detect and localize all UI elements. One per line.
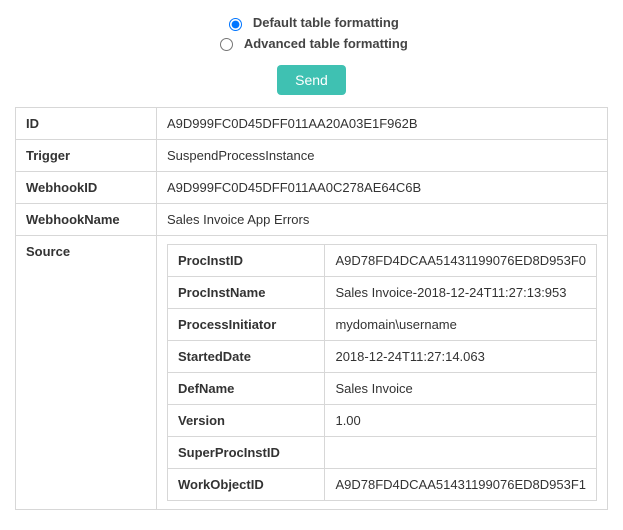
source-cell: ProcInstIDA9D78FD4DCAA51431199076ED8D953… (157, 236, 608, 510)
row-value (325, 437, 597, 469)
table-row: DefNameSales Invoice (168, 373, 597, 405)
row-key: ProcInstID (168, 245, 325, 277)
row-value: A9D78FD4DCAA51431199076ED8D953F0 (325, 245, 597, 277)
default-formatting-label[interactable]: Default table formatting (253, 15, 399, 30)
advanced-formatting-radio[interactable] (220, 38, 233, 51)
table-row: ProcessInitiatormydomain\username (168, 309, 597, 341)
row-key: DefName (168, 373, 325, 405)
table-row: WebhookNameSales Invoice App Errors (16, 204, 608, 236)
table-row: WebhookIDA9D999FC0D45DFF011AA0C278AE64C6… (16, 172, 608, 204)
row-key: WebhookName (16, 204, 157, 236)
row-value: Sales Invoice-2018-12-24T11:27:13:953 (325, 277, 597, 309)
row-key: StartedDate (168, 341, 325, 373)
row-value: 2018-12-24T11:27:14.063 (325, 341, 597, 373)
row-key: SuperProcInstID (168, 437, 325, 469)
send-button[interactable]: Send (277, 65, 346, 95)
row-key: ProcessInitiator (168, 309, 325, 341)
table-row: ProcInstNameSales Invoice-2018-12-24T11:… (168, 277, 597, 309)
table-row-source: SourceProcInstIDA9D78FD4DCAA51431199076E… (16, 236, 608, 510)
source-table: ProcInstIDA9D78FD4DCAA51431199076ED8D953… (167, 244, 597, 501)
row-value: 1.00 (325, 405, 597, 437)
table-row: Version1.00 (168, 405, 597, 437)
row-value: Sales Invoice (325, 373, 597, 405)
row-value: SuspendProcessInstance (157, 140, 608, 172)
row-value: A9D78FD4DCAA51431199076ED8D953F1 (325, 469, 597, 501)
row-value: Sales Invoice App Errors (157, 204, 608, 236)
row-value: mydomain\username (325, 309, 597, 341)
formatting-radio-group: Default table formatting Advanced table … (15, 14, 608, 51)
table-row: WorkObjectIDA9D78FD4DCAA51431199076ED8D9… (168, 469, 597, 501)
table-row: ProcInstIDA9D78FD4DCAA51431199076ED8D953… (168, 245, 597, 277)
table-row: TriggerSuspendProcessInstance (16, 140, 608, 172)
row-key: ProcInstName (168, 277, 325, 309)
row-key: ID (16, 108, 157, 140)
source-key: Source (16, 236, 157, 510)
row-value: A9D999FC0D45DFF011AA0C278AE64C6B (157, 172, 608, 204)
response-table: IDA9D999FC0D45DFF011AA20A03E1F962BTrigge… (15, 107, 608, 510)
row-key: WebhookID (16, 172, 157, 204)
row-value: A9D999FC0D45DFF011AA20A03E1F962B (157, 108, 608, 140)
table-row: StartedDate2018-12-24T11:27:14.063 (168, 341, 597, 373)
row-key: Trigger (16, 140, 157, 172)
table-row: SuperProcInstID (168, 437, 597, 469)
advanced-formatting-label[interactable]: Advanced table formatting (244, 36, 408, 51)
default-formatting-radio[interactable] (229, 18, 242, 31)
table-row: IDA9D999FC0D45DFF011AA20A03E1F962B (16, 108, 608, 140)
row-key: Version (168, 405, 325, 437)
row-key: WorkObjectID (168, 469, 325, 501)
